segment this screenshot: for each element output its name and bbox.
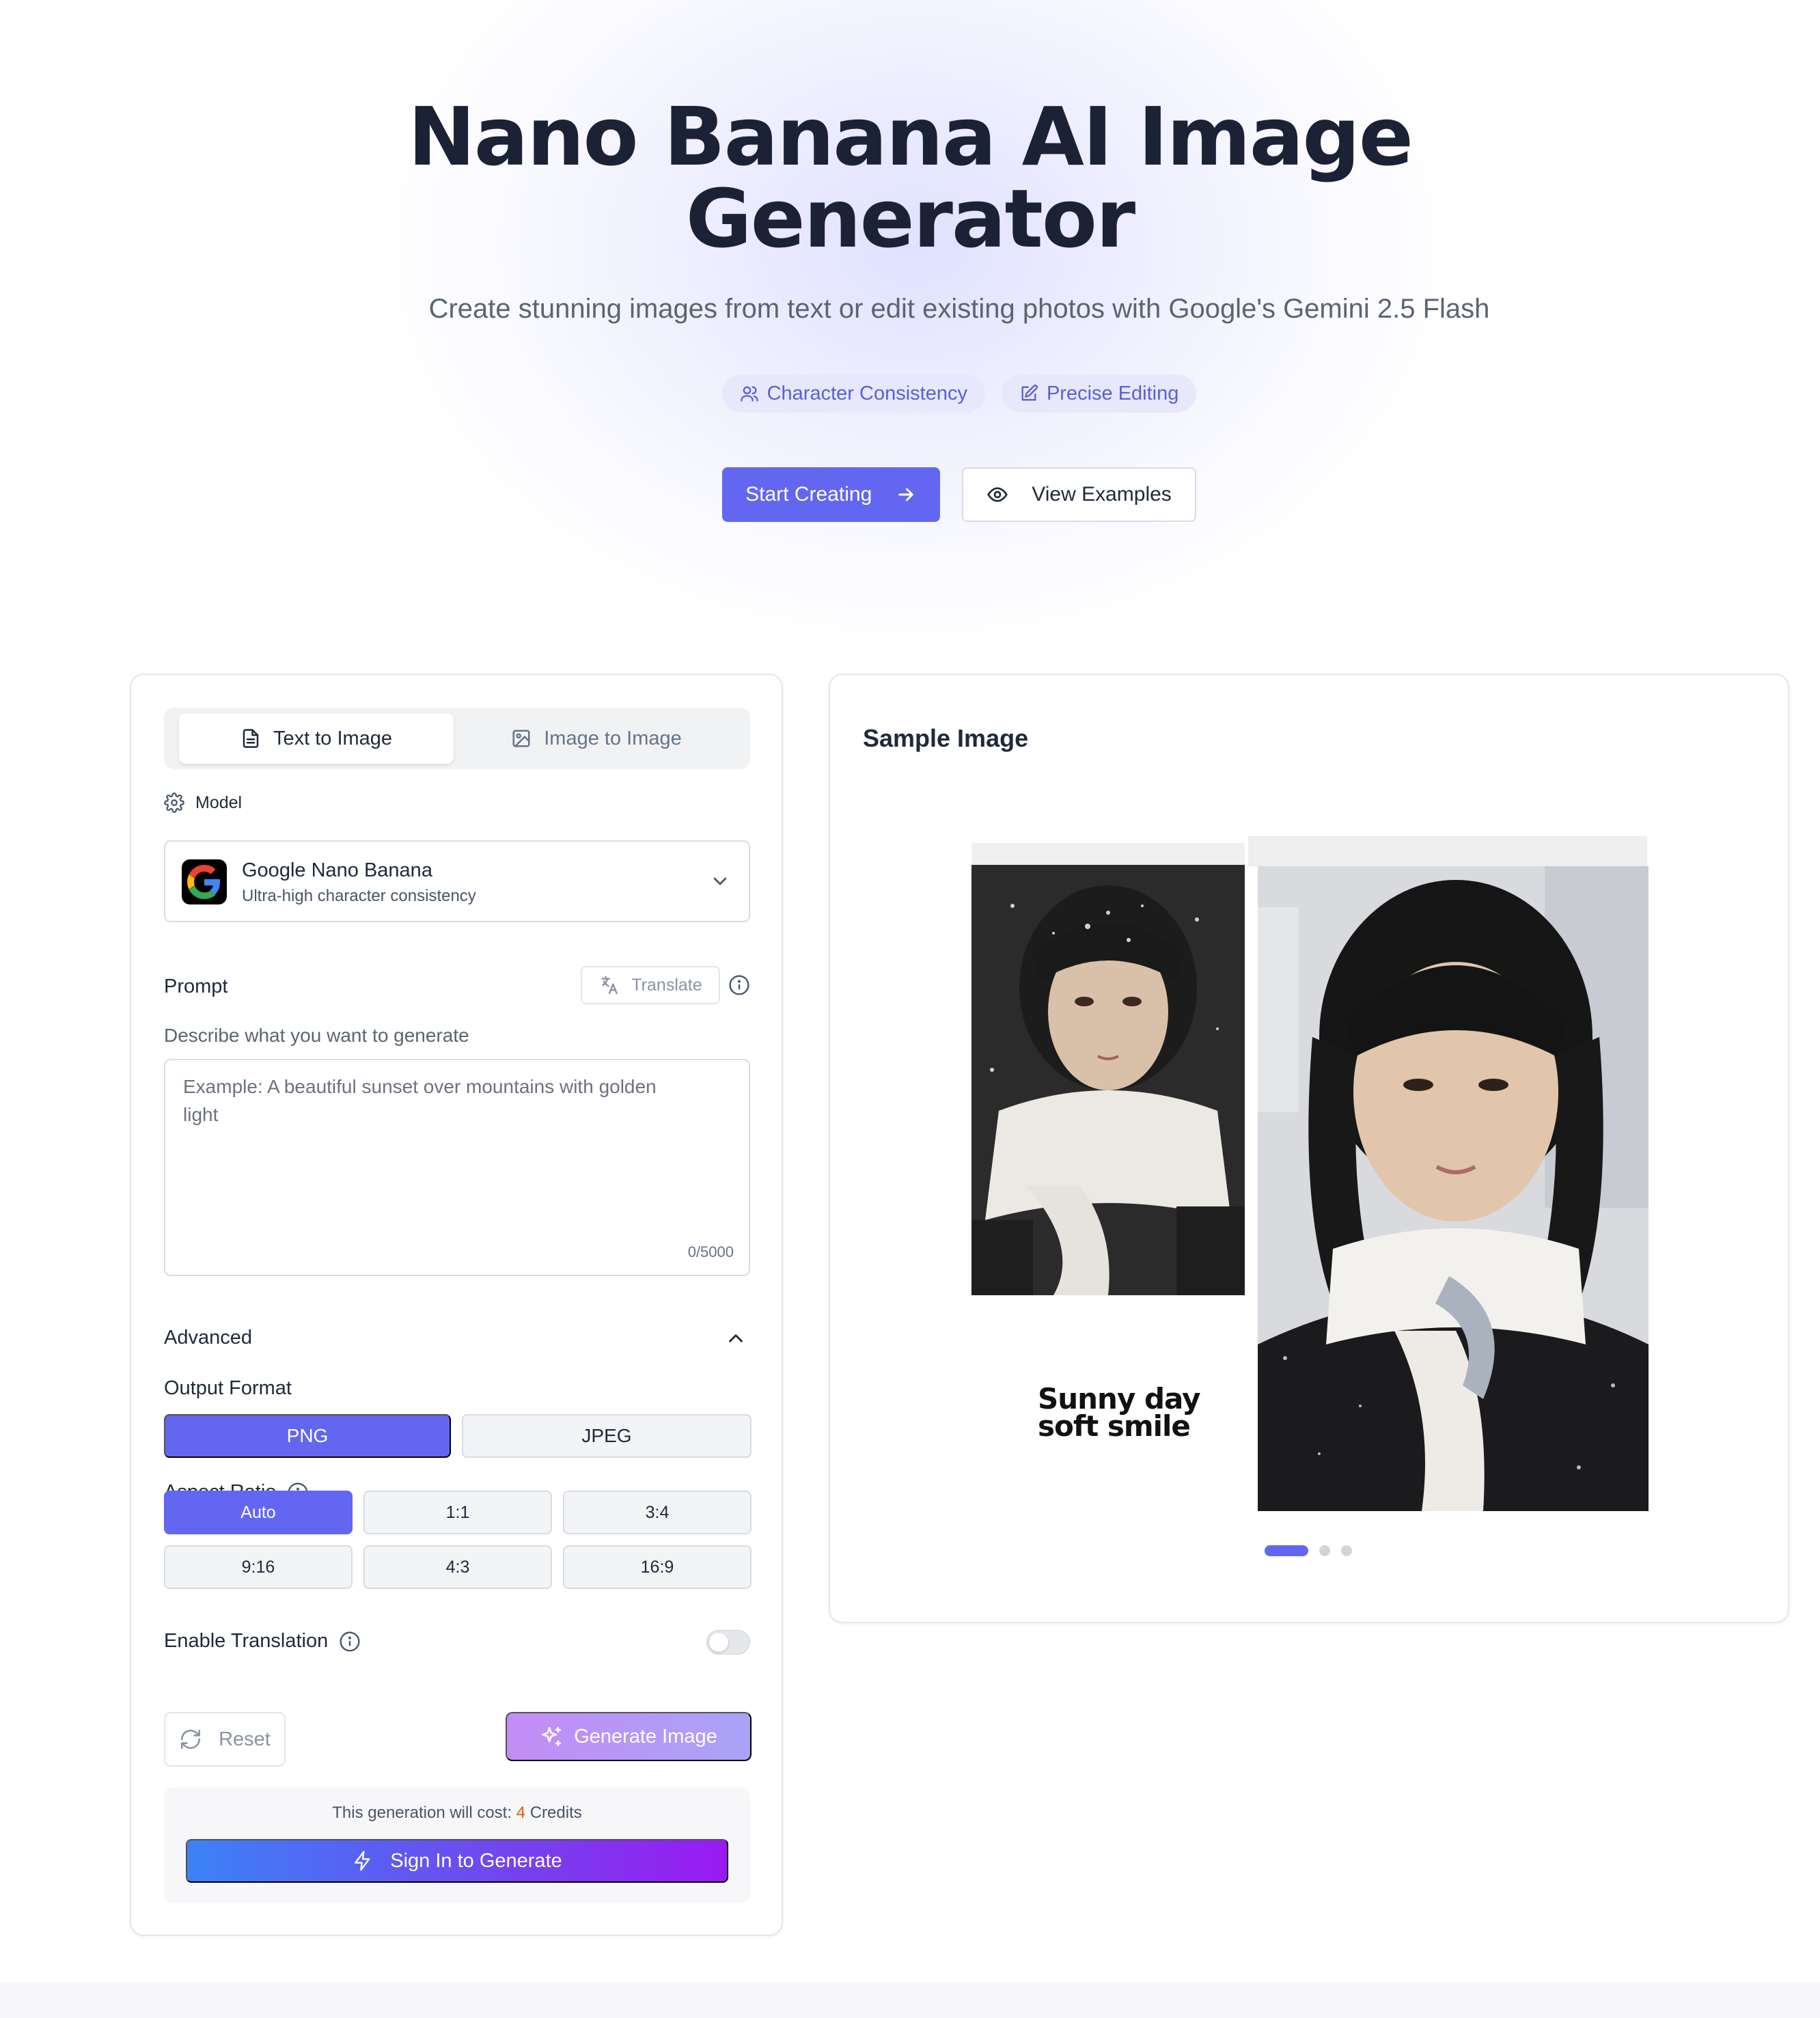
sign-in-to-generate-button[interactable]: Sign In to Generate bbox=[186, 1839, 728, 1883]
page-title: Nano Banana AI Image Generator bbox=[0, 96, 1820, 260]
page-title-line1: Nano Banana AI Image bbox=[408, 89, 1414, 184]
generate-image-button[interactable]: Generate Image bbox=[506, 1712, 752, 1761]
badge-label: Precise Editing bbox=[1046, 382, 1179, 404]
ratio-3-4-button[interactable]: 3:4 bbox=[563, 1491, 752, 1534]
edit-icon bbox=[1021, 385, 1038, 401]
cost-box: This generation will cost: 4 Credits Sig… bbox=[164, 1787, 750, 1903]
character-counter: 0/5000 bbox=[687, 1243, 734, 1260]
cost-prefix: This generation will cost: bbox=[332, 1803, 512, 1822]
badge-precise-editing: Precise Editing bbox=[1001, 374, 1197, 413]
cost-suffix: Credits bbox=[529, 1803, 582, 1822]
sparkles-icon bbox=[542, 1726, 562, 1747]
gear-icon bbox=[164, 792, 184, 813]
refresh-icon bbox=[181, 1729, 201, 1750]
cost-text: This generation will cost: 4 Credits bbox=[164, 1803, 750, 1823]
sign-in-label: Sign In to Generate bbox=[390, 1849, 562, 1872]
sample-title: Sample Image bbox=[863, 724, 1029, 752]
ratio-auto-button[interactable]: Auto bbox=[164, 1491, 353, 1534]
chevron-up-icon[interactable] bbox=[724, 1327, 747, 1350]
model-name: Google Nano Banana bbox=[242, 859, 432, 881]
output-format-label: Output Format bbox=[164, 1377, 292, 1399]
page-subtitle: Create stunning images from text or edit… bbox=[428, 294, 1490, 324]
reset-label: Reset bbox=[219, 1728, 271, 1750]
reset-button[interactable]: Reset bbox=[164, 1712, 286, 1767]
photo-frame-top bbox=[1248, 836, 1647, 866]
hero-actions: Start Creating View Examples bbox=[0, 467, 1820, 522]
sample-photo-before bbox=[971, 865, 1245, 1295]
prompt-hint: Describe what you want to generate bbox=[164, 1025, 469, 1046]
ratio-16-9-button[interactable]: 16:9 bbox=[563, 1545, 752, 1589]
model-label: Model bbox=[164, 792, 242, 813]
sample-photo-after bbox=[1258, 866, 1649, 1511]
carousel-dot-3[interactable] bbox=[1341, 1545, 1352, 1556]
carousel-dots bbox=[1265, 1545, 1352, 1556]
advanced-toggle[interactable]: Advanced bbox=[164, 1327, 252, 1349]
mode-tabs: Text to Image Image to Image bbox=[164, 708, 750, 769]
carousel-dot-1[interactable] bbox=[1265, 1545, 1308, 1556]
generate-label: Generate Image bbox=[574, 1725, 717, 1747]
caption-line2: soft smile bbox=[1038, 1409, 1191, 1443]
model-select[interactable]: Google Nano Banana Ultra-high character … bbox=[164, 840, 750, 922]
format-jpeg-button[interactable]: JPEG bbox=[462, 1414, 752, 1458]
info-icon[interactable] bbox=[728, 974, 750, 996]
model-label-text: Model bbox=[195, 792, 243, 812]
tab-label: Image to Image bbox=[544, 727, 682, 749]
prompt-label: Prompt bbox=[164, 976, 228, 997]
arrow-right-icon bbox=[898, 488, 914, 501]
translate-icon bbox=[601, 976, 618, 995]
image-icon bbox=[512, 730, 530, 747]
ratio-9-16-button[interactable]: 9:16 bbox=[164, 1545, 353, 1589]
start-creating-label: Start Creating bbox=[745, 483, 872, 506]
prompt-placeholder: Example: A beautiful sunset over mountai… bbox=[183, 1076, 657, 1125]
lightning-icon bbox=[355, 1851, 370, 1871]
translation-toggle[interactable] bbox=[706, 1630, 750, 1655]
generator-panel: Text to Image Image to Image Model Googl… bbox=[130, 674, 783, 1936]
badge-label: Character Consistency bbox=[767, 382, 967, 404]
translate-label: Translate bbox=[631, 975, 702, 995]
google-logo-icon bbox=[182, 859, 227, 904]
eye-icon bbox=[987, 487, 1008, 502]
tab-image-to-image[interactable]: Image to Image bbox=[459, 713, 734, 764]
tab-text-to-image[interactable]: Text to Image bbox=[179, 713, 454, 764]
carousel-dot-2[interactable] bbox=[1319, 1545, 1330, 1556]
translate-button[interactable]: Translate bbox=[581, 966, 720, 1004]
document-icon bbox=[243, 729, 259, 748]
tab-label: Text to Image bbox=[273, 727, 393, 749]
enable-translation-label: Enable Translation bbox=[164, 1630, 361, 1653]
cost-amount: 4 bbox=[516, 1803, 526, 1822]
start-creating-button[interactable]: Start Creating bbox=[722, 467, 941, 522]
sample-panel: Sample Image Sunny day soft smile bbox=[829, 674, 1789, 1623]
info-icon[interactable] bbox=[339, 1631, 361, 1653]
badge-character-consistency: Character Consistency bbox=[721, 374, 985, 413]
ratio-1-1-button[interactable]: 1:1 bbox=[363, 1491, 552, 1534]
ratio-4-3-button[interactable]: 4:3 bbox=[363, 1545, 552, 1589]
enable-translation-text: Enable Translation bbox=[164, 1630, 329, 1652]
google-g-icon bbox=[187, 865, 221, 899]
prompt-textarea[interactable]: Example: A beautiful sunset over mountai… bbox=[164, 1059, 750, 1276]
view-examples-button[interactable]: View Examples bbox=[962, 467, 1196, 522]
sample-caption: Sunny day soft smile bbox=[1038, 1385, 1200, 1443]
toggle-knob bbox=[709, 1633, 728, 1652]
footer-band bbox=[0, 1982, 1820, 2018]
model-description: Ultra-high character consistency bbox=[242, 887, 476, 905]
users-icon bbox=[740, 386, 758, 402]
format-png-button[interactable]: PNG bbox=[164, 1414, 451, 1458]
photo-frame-top bbox=[971, 843, 1245, 865]
feature-badges: Character Consistency Precise Editing bbox=[0, 374, 1820, 413]
chevron-down-icon bbox=[713, 877, 727, 885]
page-title-line2: Generator bbox=[685, 171, 1135, 266]
view-examples-label: View Examples bbox=[1032, 483, 1172, 506]
